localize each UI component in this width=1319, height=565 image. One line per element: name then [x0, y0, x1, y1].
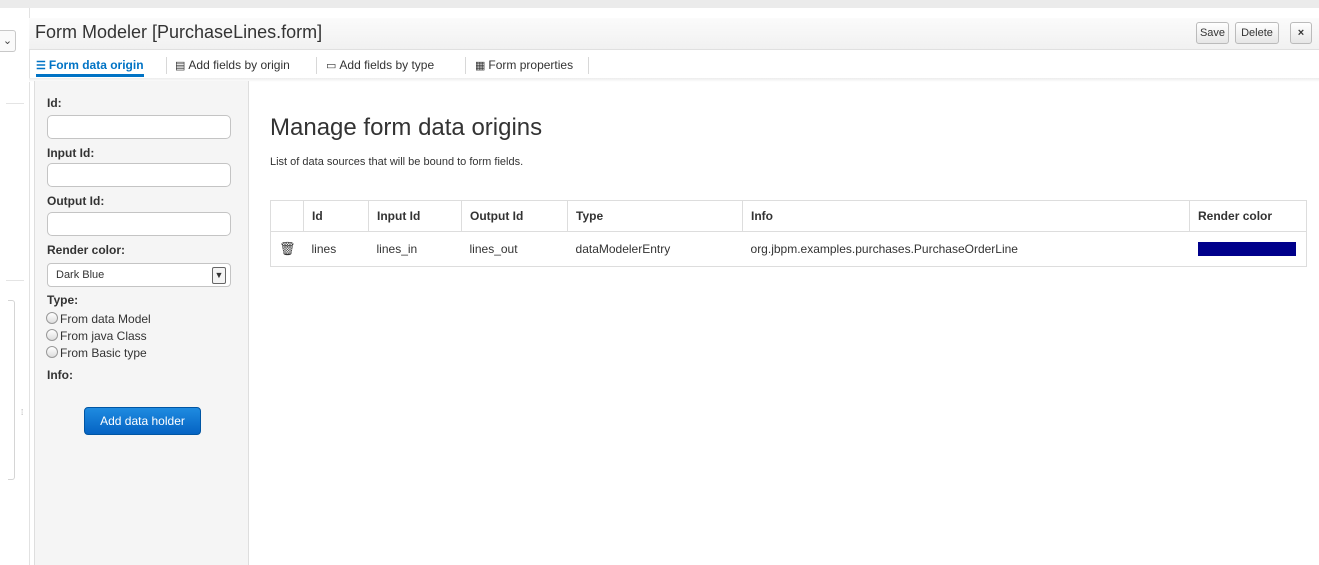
tab-separator [588, 57, 589, 74]
info-label: Info: [47, 368, 73, 382]
save-button[interactable]: Save [1196, 22, 1229, 44]
radio-label: From java Class [60, 329, 147, 343]
radio-label: From Basic type [60, 346, 147, 360]
cell-output-id: lines_out [461, 231, 568, 267]
column-header-input-id: Input Id [368, 200, 463, 232]
column-header [269, 200, 305, 232]
render-color-value: Dark Blue [56, 269, 105, 281]
dock-panel-edge [8, 300, 15, 480]
add-data-holder-button[interactable]: Add data holder [84, 407, 201, 435]
delete-button[interactable]: Delete [1235, 22, 1279, 44]
tab-label: Form properties [488, 58, 574, 72]
column-header-render-color: Render color [1189, 200, 1307, 232]
tab-separator [166, 57, 167, 74]
column-header-output-id: Output Id [461, 200, 569, 232]
cell-info: org.jbpm.examples.purchases.PurchaseOrde… [742, 231, 1190, 267]
column-header-type: Type [567, 200, 744, 232]
table-header-row: Id Input Id Output Id Type Info Render c… [269, 200, 1307, 232]
dropdown-arrow-icon[interactable]: ▼ [212, 267, 226, 284]
type-radio-java-class[interactable]: From java Class [46, 329, 147, 343]
tab-label: Add fields by origin [188, 58, 290, 72]
input-id-field[interactable] [47, 163, 231, 187]
close-icon[interactable]: × [1290, 22, 1312, 44]
radio-label: From data Model [60, 312, 151, 326]
radio-circle[interactable] [46, 346, 58, 358]
id-field[interactable] [47, 115, 231, 139]
tab-label: Add fields by type [339, 58, 435, 72]
type-label: Type: [47, 293, 79, 307]
trash-icon[interactable]: 🗑 [279, 241, 296, 256]
output-id-field[interactable] [47, 212, 231, 236]
add-type-icon: ▭ [326, 60, 337, 72]
tab-add-fields-by-origin[interactable]: ▤ Add fields by origin [175, 55, 290, 75]
tab-form-properties[interactable]: ▦ Form properties [475, 55, 573, 75]
page-description: List of data sources that will be bound … [270, 156, 524, 168]
data-origins-table: Id Input Id Output Id Type Info Render c… [269, 200, 1307, 267]
render-color-select[interactable]: Dark Blue ▼ [47, 263, 231, 287]
column-header-id: Id [303, 200, 370, 232]
column-header-info: Info [742, 200, 1191, 232]
properties-icon: ▦ [475, 60, 486, 72]
cell-render-color [1189, 231, 1307, 267]
tab-add-fields-by-type[interactable]: ▭ Add fields by type [326, 55, 434, 75]
radio-circle[interactable] [46, 329, 58, 341]
input-id-label: Input Id: [47, 146, 95, 160]
output-id-label: Output Id: [47, 194, 105, 208]
dock-divider [6, 280, 24, 281]
tab-bar: ☰ Form data origin ▤ Add fields by origin … [29, 55, 1319, 77]
dock-divider [6, 103, 24, 104]
data-origin-form-panel: Id: Input Id: Output Id: Render color: D… [34, 81, 249, 565]
render-color-label: Render color: [47, 243, 126, 257]
tab-label: Form data origin [48, 58, 144, 72]
delete-cell: 🗑 [269, 231, 304, 267]
tab-separator [465, 57, 466, 74]
collapse-chevron-icon[interactable]: ⌄ [0, 30, 16, 52]
cell-input-id: lines_in [368, 231, 462, 267]
id-label: Id: [47, 96, 62, 110]
tab-form-data-origin[interactable]: ☰ Form data origin [36, 55, 144, 77]
tab-separator [316, 57, 317, 74]
cell-id: lines [303, 231, 369, 267]
window-title: Form Modeler [PurchaseLines.form] [35, 22, 323, 42]
render-color-swatch [1197, 242, 1296, 256]
type-radio-basic-type[interactable]: From Basic type [46, 346, 147, 360]
table-row: 🗑 lines lines_in lines_out dataModelerEn… [269, 231, 1307, 267]
top-strip [0, 0, 1319, 8]
cell-type: dataModelerEntry [567, 231, 743, 267]
type-radio-data-model[interactable]: From data Model [46, 312, 151, 326]
add-origin-icon: ▤ [175, 60, 186, 72]
radio-circle[interactable] [46, 312, 58, 324]
splitter-grip-icon[interactable]: ⁞ [21, 408, 23, 417]
title-bar: Form Modeler [PurchaseLines.form] Save D… [29, 18, 1319, 50]
database-icon: ☰ [36, 60, 46, 72]
left-dock: ⌄ ⁞ [0, 8, 30, 565]
page-title: Manage form data origins [270, 114, 543, 141]
